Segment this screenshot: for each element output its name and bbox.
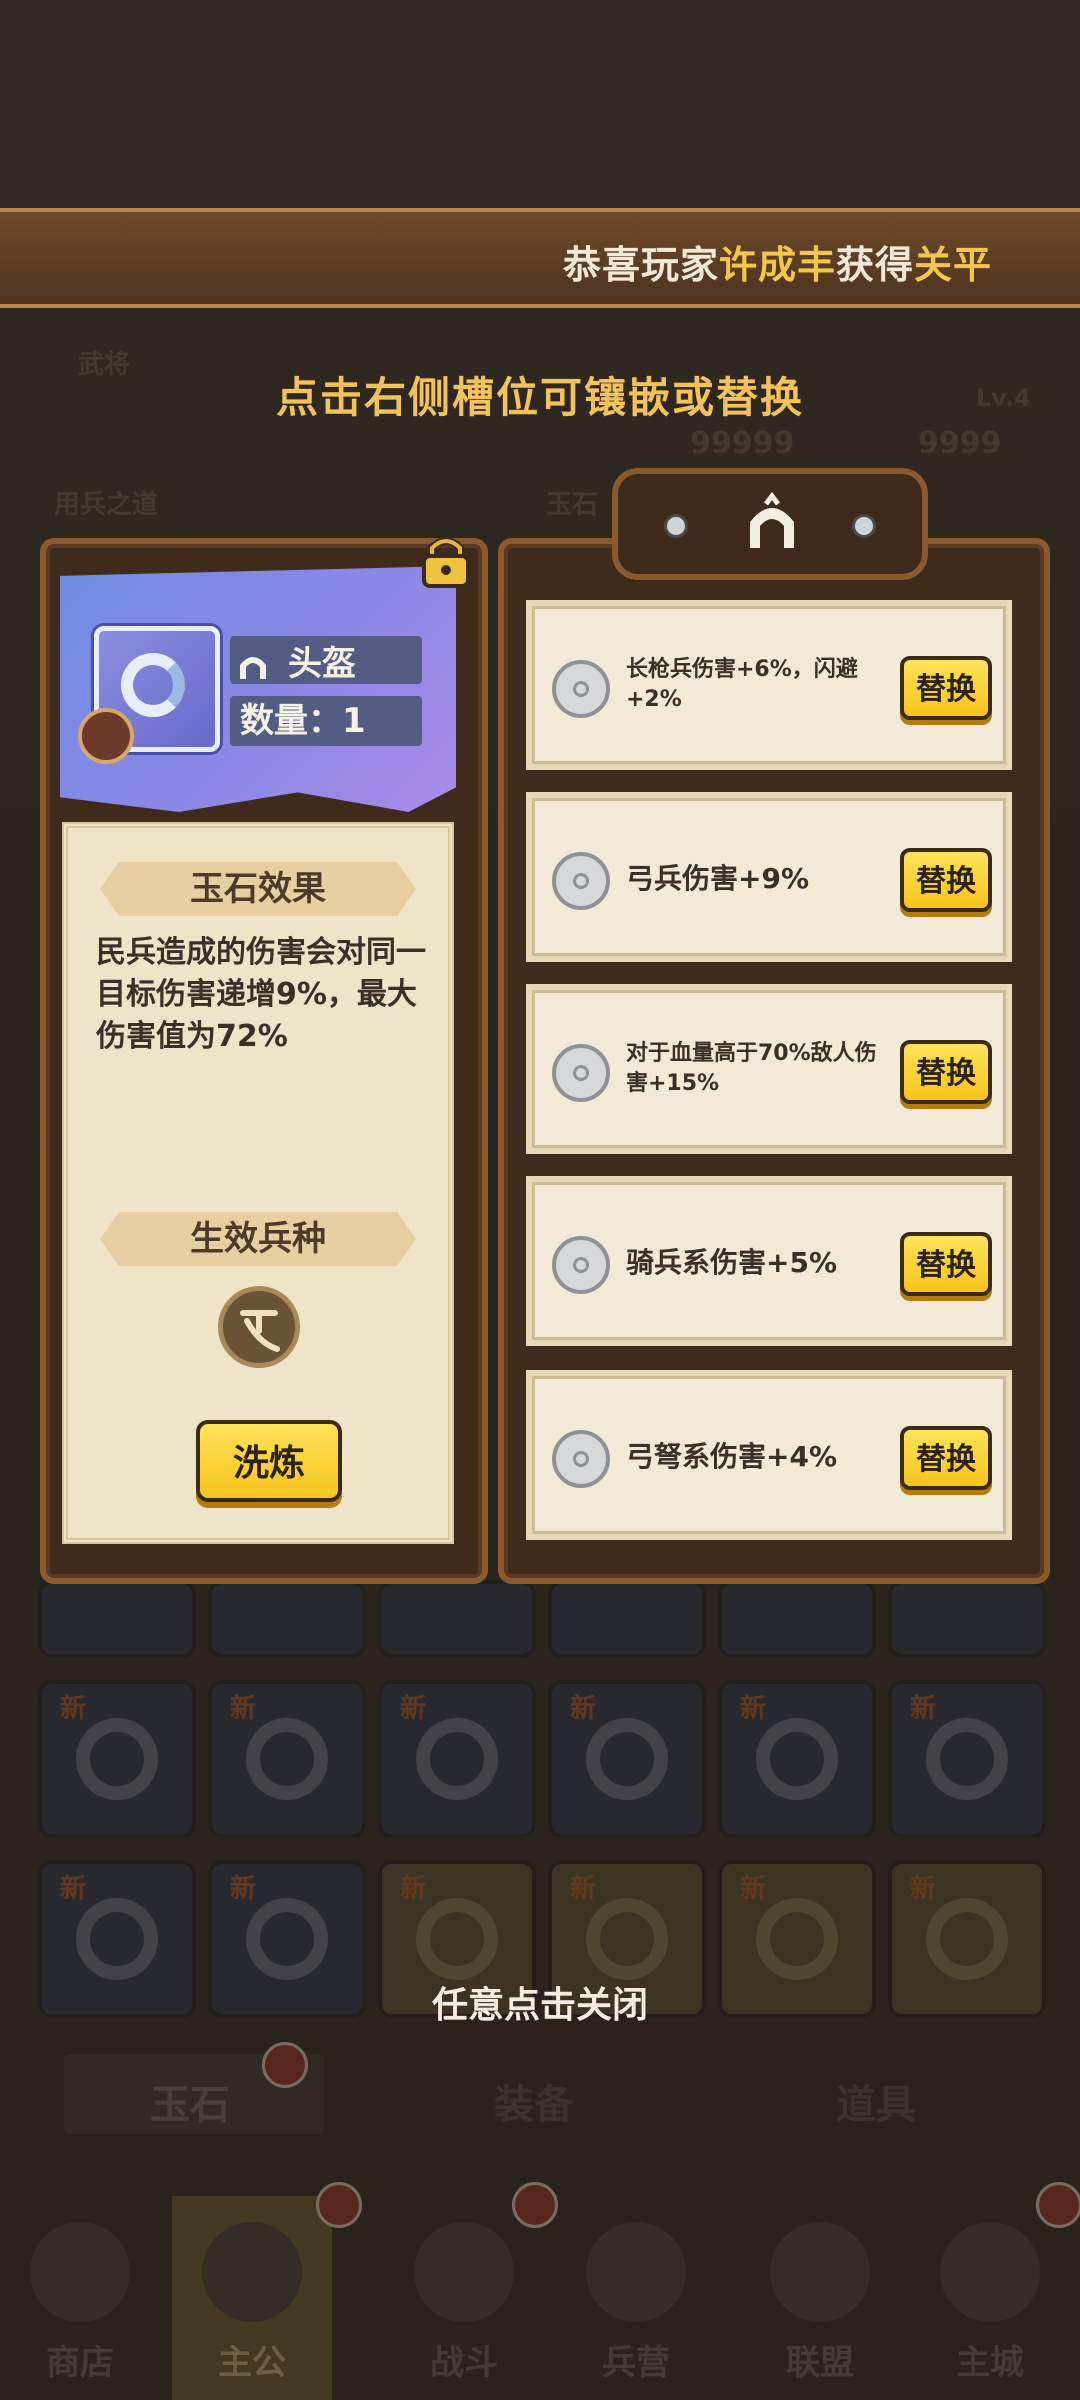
jade-disc-icon — [552, 1430, 610, 1488]
hero-avatar-badge — [78, 708, 134, 764]
jade-disc-icon — [552, 1236, 610, 1294]
tap-to-close-hint[interactable]: 任意点击关闭 — [0, 1976, 1080, 2028]
item-count-box: 数量：1 — [230, 696, 422, 746]
count-value: 1 — [342, 701, 366, 741]
replace-button[interactable]: 替换 — [900, 1040, 992, 1104]
lock-icon[interactable] — [418, 532, 474, 590]
slot-effect: 弓弩系伤害+4% — [626, 1440, 837, 1473]
rivet-icon — [664, 514, 688, 538]
replace-button[interactable]: 替换 — [900, 656, 992, 720]
slot-effect: 对于血量高于70%敌人伤害+15% — [626, 1041, 877, 1096]
slot-effect: 骑兵系伤害+5% — [626, 1246, 837, 1279]
broadcast-banner: 恭喜玩家许成丰获得关平 — [0, 208, 1080, 308]
jade-slot-4[interactable]: 骑兵系伤害+5% 替换 — [526, 1176, 1012, 1346]
jade-disc-icon — [552, 1044, 610, 1102]
effect-description: 民兵造成的伤害会对同一目标伤害递增9%，最大伤害值为72% — [96, 935, 426, 1054]
item-name-box: 头盔 — [230, 636, 422, 684]
effect-title: 玉石效果 — [100, 862, 416, 916]
jade-disc-icon — [552, 852, 610, 910]
helmet-icon — [750, 492, 794, 548]
item-name: 头盔 — [288, 644, 356, 684]
replace-button[interactable]: 替换 — [900, 1426, 992, 1490]
slot-header-plaque — [612, 468, 928, 580]
slot-effect: 弓兵伤害+9% — [626, 862, 809, 895]
replace-button[interactable]: 替换 — [900, 1232, 992, 1296]
helmet-icon — [240, 656, 266, 679]
banner-text: 恭喜玩家许成丰获得关平 — [562, 243, 992, 287]
refine-button[interactable]: 洗炼 — [196, 1420, 342, 1502]
jade-slot-2[interactable]: 弓兵伤害+9% 替换 — [526, 792, 1012, 962]
militia-troop-icon — [218, 1286, 300, 1368]
jade-slot-1[interactable]: 长枪兵伤害+6%，闪避+2% 替换 — [526, 600, 1012, 770]
jade-disc-icon — [552, 660, 610, 718]
troop-title: 生效兵种 — [100, 1212, 416, 1266]
count-label: 数量： — [240, 701, 342, 741]
instruction-hint: 点击右侧槽位可镶嵌或替换 — [275, 373, 804, 422]
jade-slot-5[interactable]: 弓弩系伤害+4% 替换 — [526, 1370, 1012, 1540]
replace-button[interactable]: 替换 — [900, 848, 992, 912]
jade-slot-3[interactable]: 对于血量高于70%敌人伤害+15% 替换 — [526, 984, 1012, 1154]
slot-effect: 长枪兵伤害+6%，闪避+2% — [626, 657, 858, 712]
rivet-icon — [852, 514, 876, 538]
